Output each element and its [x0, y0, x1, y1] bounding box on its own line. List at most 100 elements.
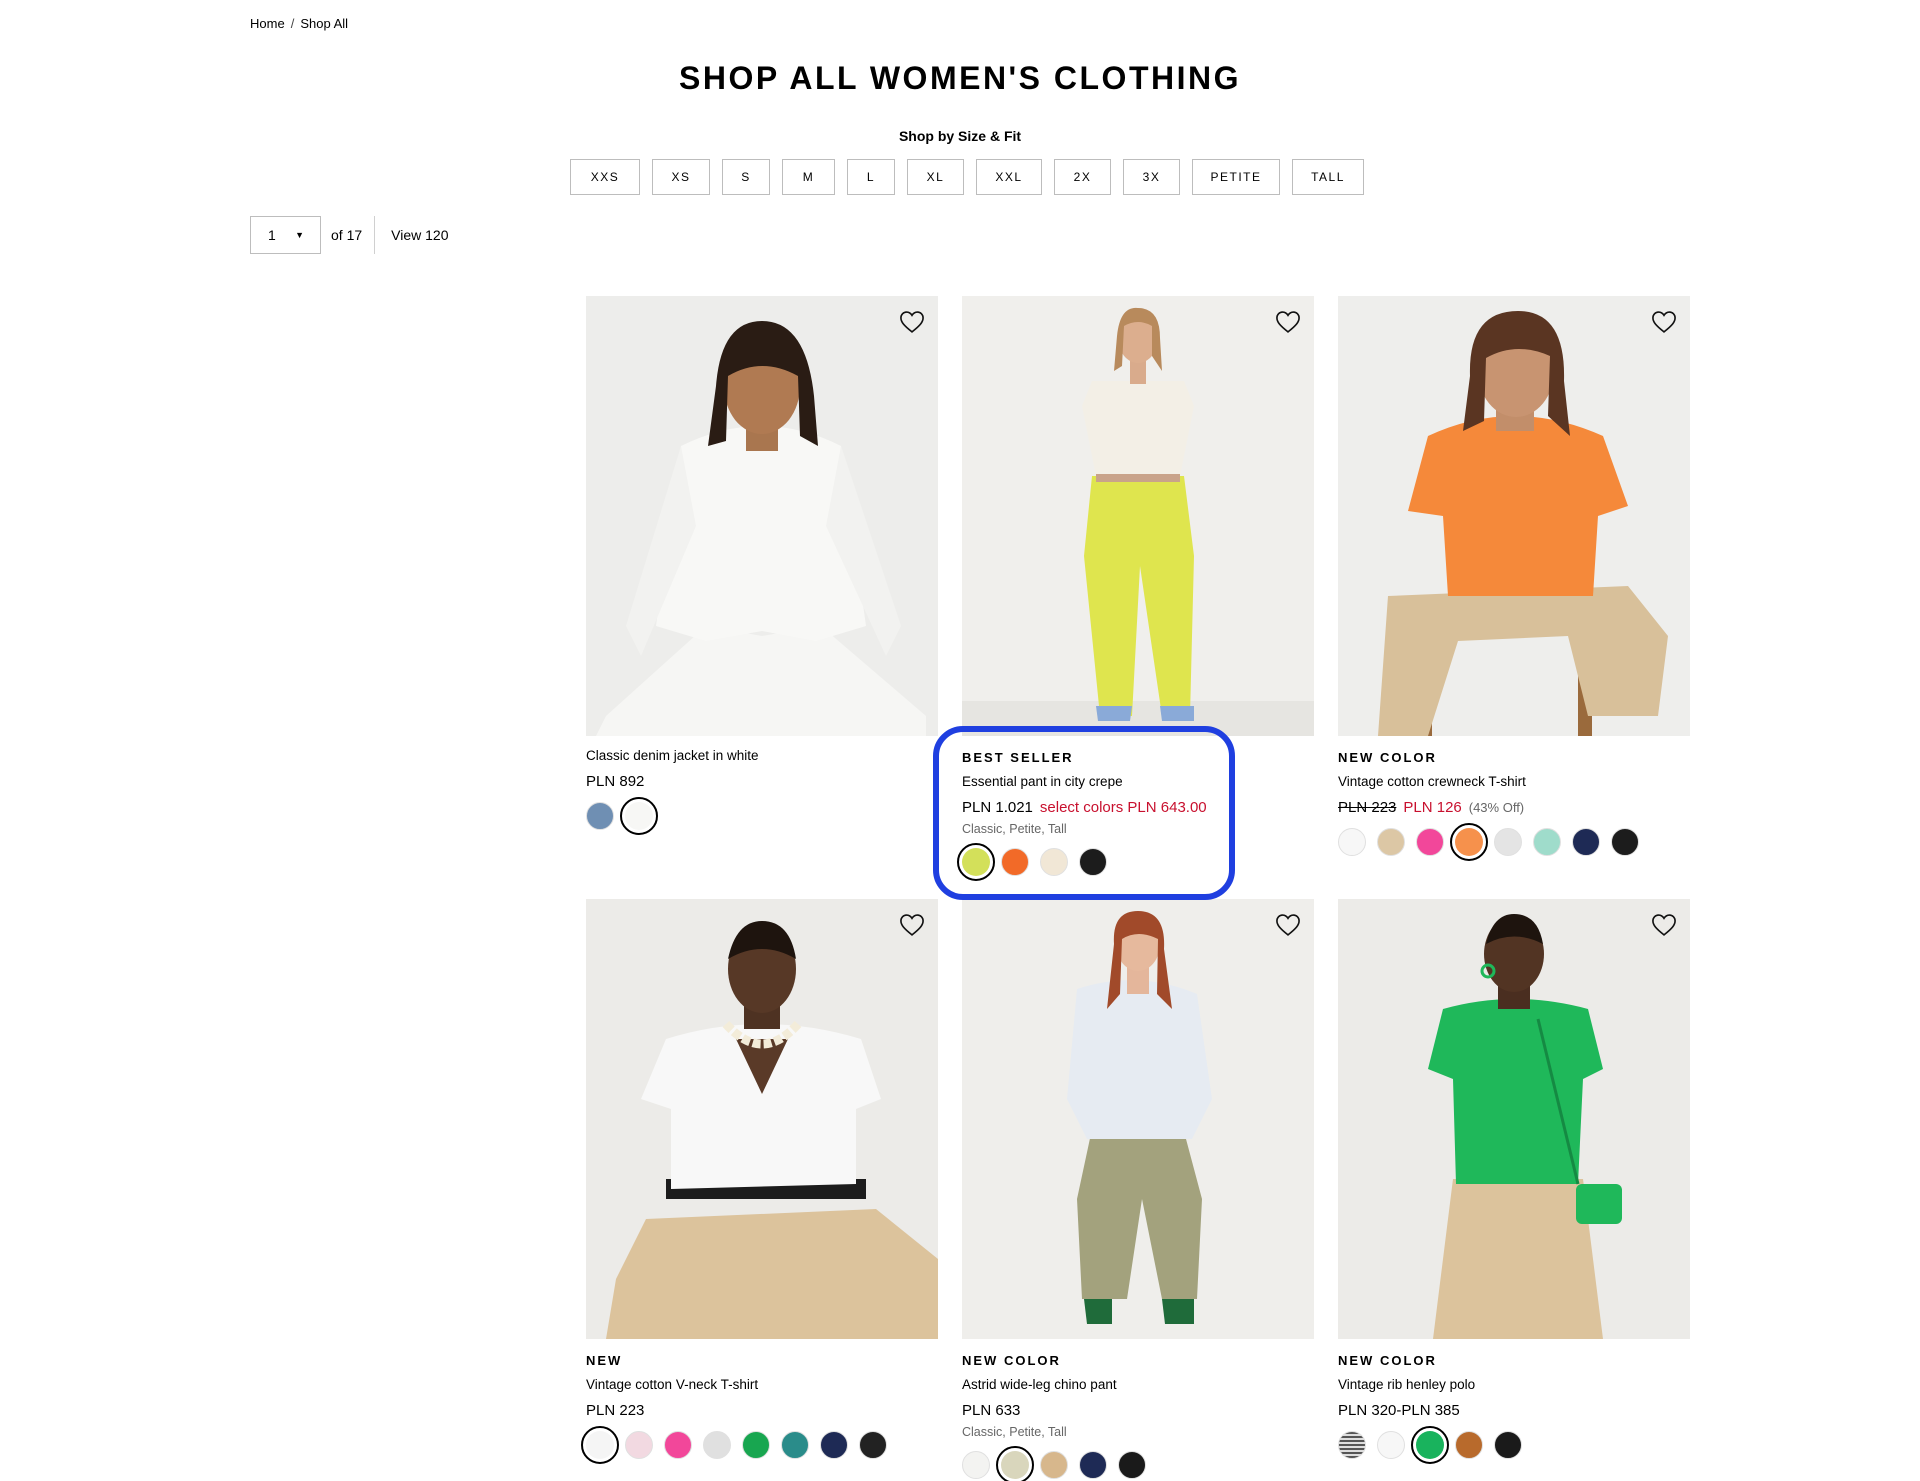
swatch-khaki[interactable]: [1040, 1451, 1068, 1479]
wishlist-heart-icon[interactable]: [1274, 911, 1302, 939]
product-price: PLN 320-PLN 385: [1338, 1402, 1460, 1419]
product-price: PLN 223: [586, 1402, 645, 1419]
caret-down-icon: ▼: [295, 230, 304, 240]
wishlist-heart-icon[interactable]: [898, 911, 926, 939]
product-sale-price: select colors PLN 643.00: [1039, 799, 1207, 816]
swatch-pink[interactable]: [664, 1431, 692, 1459]
swatch-denim[interactable]: [586, 802, 614, 830]
size-button-l[interactable]: L: [847, 159, 895, 195]
product-image[interactable]: [1338, 899, 1690, 1339]
swatch-navy[interactable]: [1572, 828, 1600, 856]
swatch-white[interactable]: [1377, 1431, 1405, 1459]
product-card-crewneck-tshirt[interactable]: NEW COLOR Vintage cotton crewneck T-shir…: [1338, 296, 1690, 861]
color-swatches: [1338, 823, 1690, 861]
size-filter-list: XXS XS S M L XL XXL 2X 3X PETITE TALL: [570, 159, 1364, 195]
swatch-white[interactable]: [1338, 828, 1366, 856]
model-photo: [586, 899, 938, 1339]
product-name[interactable]: Essential pant in city crepe: [962, 774, 1314, 789]
swatch-black[interactable]: [859, 1431, 887, 1459]
swatch-white[interactable]: [620, 797, 658, 835]
wishlist-heart-icon[interactable]: [1274, 308, 1302, 336]
product-card-denim-jacket[interactable]: Classic denim jacket in white PLN 892: [586, 296, 938, 835]
swatch-light-pink[interactable]: [625, 1431, 653, 1459]
product-image[interactable]: [586, 296, 938, 736]
size-button-petite[interactable]: PETITE: [1192, 159, 1280, 195]
product-name[interactable]: Vintage cotton crewneck T-shirt: [1338, 774, 1690, 789]
swatch-pink[interactable]: [1416, 828, 1444, 856]
price-row: PLN 892: [586, 773, 938, 790]
price-row: PLN 320-PLN 385: [1338, 1402, 1690, 1419]
product-card-chino-pant[interactable]: NEW COLOR Astrid wide-leg chino pant PLN…: [962, 899, 1314, 1481]
model-photo: [1338, 296, 1690, 736]
wishlist-heart-icon[interactable]: [1650, 911, 1678, 939]
product-image[interactable]: [962, 899, 1314, 1339]
product-fits: Classic, Petite, Tall: [962, 1425, 1067, 1439]
size-button-2x[interactable]: 2X: [1054, 159, 1111, 195]
product-image[interactable]: [1338, 296, 1690, 736]
size-button-xs[interactable]: XS: [652, 159, 710, 195]
swatch-orange[interactable]: [1001, 848, 1029, 876]
price-row: PLN 223 PLN 126 (43% Off): [1338, 799, 1690, 816]
swatch-mint[interactable]: [1533, 828, 1561, 856]
breadcrumb-separator: /: [290, 16, 295, 31]
view-all-link[interactable]: View 120: [391, 227, 448, 243]
breadcrumb-current-link[interactable]: Shop All: [300, 16, 348, 31]
model-photo: [586, 296, 938, 736]
product-name[interactable]: Vintage rib henley polo: [1338, 1377, 1690, 1392]
color-swatches: [962, 1446, 1314, 1481]
wishlist-heart-icon[interactable]: [1650, 308, 1678, 336]
product-discount: (43% Off): [1468, 800, 1525, 815]
page-select[interactable]: 1 ▼: [250, 216, 321, 254]
swatch-white[interactable]: [962, 1451, 990, 1479]
product-image[interactable]: [962, 296, 1314, 736]
swatch-teal[interactable]: [781, 1431, 809, 1459]
swatch-green[interactable]: [1411, 1426, 1449, 1464]
swatch-stripe[interactable]: [1338, 1431, 1366, 1459]
product-badge: NEW: [586, 1353, 623, 1368]
swatch-black[interactable]: [1118, 1451, 1146, 1479]
current-page-value: 1: [268, 227, 276, 243]
model-photo: [1338, 899, 1690, 1339]
product-name[interactable]: Astrid wide-leg chino pant: [962, 1377, 1314, 1392]
size-button-3x[interactable]: 3X: [1123, 159, 1180, 195]
product-name[interactable]: Classic denim jacket in white: [586, 748, 938, 763]
page-title: SHOP ALL WOMEN'S CLOTHING: [679, 60, 1241, 96]
swatch-black[interactable]: [1494, 1431, 1522, 1459]
product-card-vneck-tshirt[interactable]: NEW Vintage cotton V-neck T-shirt PLN 22…: [581, 899, 938, 1464]
model-photo: [962, 296, 1314, 736]
size-button-xxl[interactable]: XXL: [976, 159, 1042, 195]
swatch-citron[interactable]: [957, 843, 995, 881]
pagination: 1 ▼ of 17 View 120: [250, 216, 448, 254]
swatch-ivory[interactable]: [1040, 848, 1068, 876]
product-card-henley-polo[interactable]: NEW COLOR Vintage rib henley polo PLN 32…: [1338, 899, 1690, 1464]
swatch-brown[interactable]: [1455, 1431, 1483, 1459]
swatch-white[interactable]: [581, 1426, 619, 1464]
swatch-grey[interactable]: [703, 1431, 731, 1459]
size-button-m[interactable]: M: [782, 159, 835, 195]
swatch-sage[interactable]: [996, 1446, 1034, 1481]
product-badge: BEST SELLER: [962, 750, 1074, 765]
swatch-navy[interactable]: [1079, 1451, 1107, 1479]
price-row: PLN 1.021 select colors PLN 643.00: [962, 799, 1314, 816]
swatch-khaki[interactable]: [1377, 828, 1405, 856]
size-button-tall[interactable]: TALL: [1292, 159, 1364, 195]
swatch-navy[interactable]: [820, 1431, 848, 1459]
swatch-black[interactable]: [1611, 828, 1639, 856]
breadcrumb: Home / Shop All: [250, 16, 348, 31]
size-button-s[interactable]: S: [722, 159, 770, 195]
product-card-essential-pant[interactable]: BEST SELLER Essential pant in city crepe…: [957, 296, 1314, 881]
product-image[interactable]: [586, 899, 938, 1339]
breadcrumb-home-link[interactable]: Home: [250, 16, 285, 31]
size-button-xxs[interactable]: XXS: [570, 159, 640, 195]
swatch-orange[interactable]: [1450, 823, 1488, 861]
swatch-green[interactable]: [742, 1431, 770, 1459]
swatch-black[interactable]: [1079, 848, 1107, 876]
wishlist-heart-icon[interactable]: [898, 308, 926, 336]
product-fits: Classic, Petite, Tall: [962, 822, 1067, 836]
model-photo: [962, 899, 1314, 1339]
size-button-xl[interactable]: XL: [907, 159, 964, 195]
product-name[interactable]: Vintage cotton V-neck T-shirt: [586, 1377, 938, 1392]
color-swatches: [1338, 1426, 1690, 1464]
swatch-grey[interactable]: [1494, 828, 1522, 856]
color-swatches: [957, 843, 1314, 881]
